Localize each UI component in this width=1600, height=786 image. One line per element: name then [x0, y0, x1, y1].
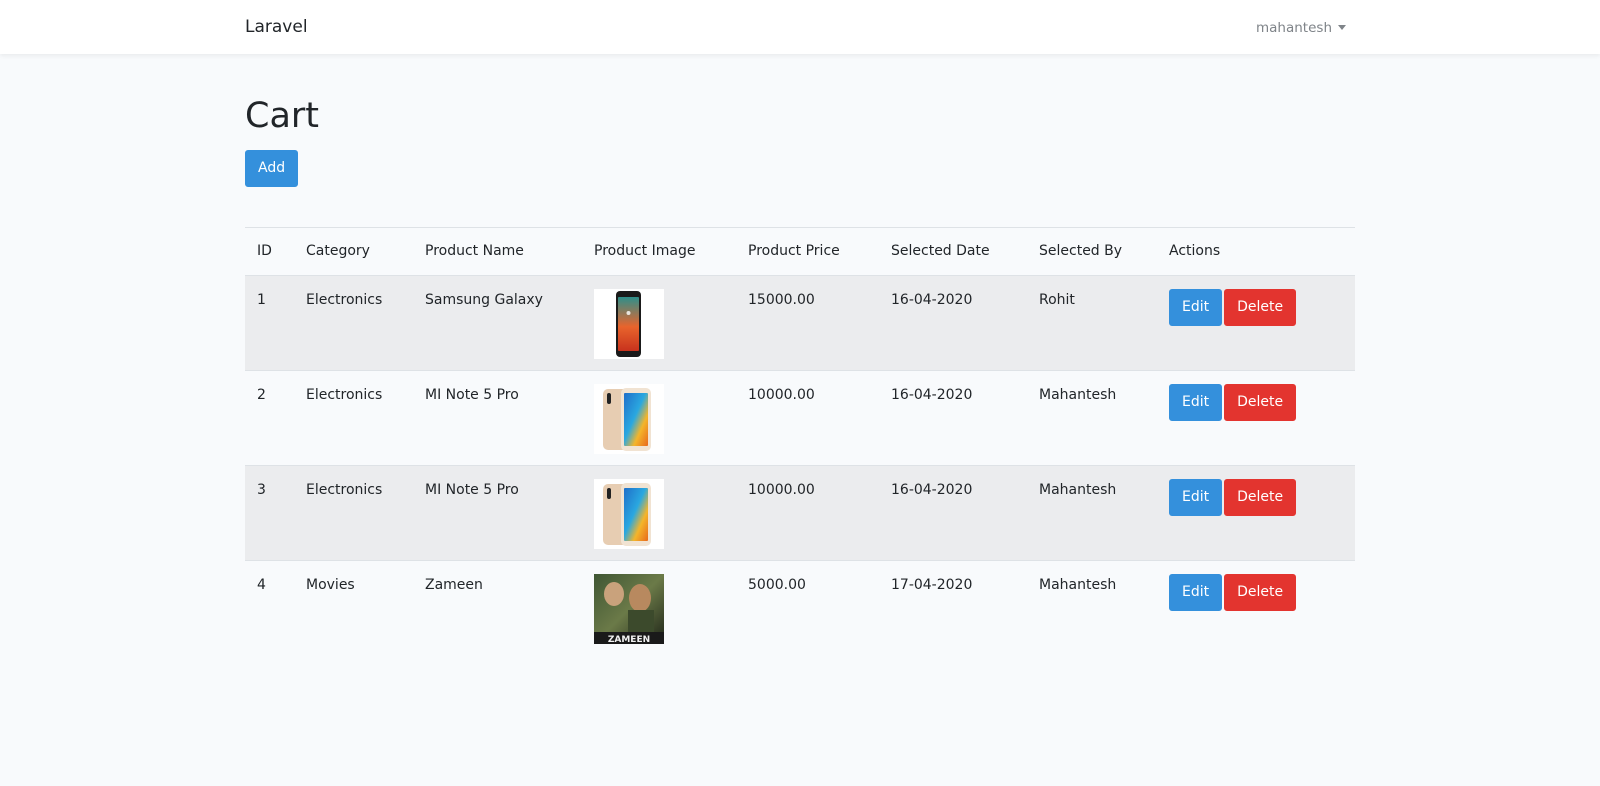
header-product-image: Product Image [582, 227, 736, 276]
cell-id: 2 [245, 370, 294, 466]
top-navbar: Laravel mahantesh [0, 0, 1600, 54]
table-row: 3 Electronics MI Note 5 Pro 10000.00 16-04-… [245, 465, 1355, 561]
cell-category: Electronics [294, 370, 413, 466]
cell-actions: Edit Delete [1157, 370, 1355, 466]
table-row: 2 Electronics MI Note 5 Pro 10000.00 16-04-… [245, 370, 1355, 466]
edit-button[interactable]: Edit [1169, 384, 1223, 421]
cell-selected-by: Rohit [1027, 275, 1157, 371]
page-title: Cart [245, 96, 319, 136]
cell-product-image: ZAMEEN [582, 560, 736, 656]
header-product-name: Product Name [413, 227, 582, 276]
header-selected-by: Selected By [1027, 227, 1157, 276]
cell-selected-by: Mahantesh [1027, 560, 1157, 656]
product-image [594, 289, 664, 359]
cell-actions: Edit Delete [1157, 560, 1355, 656]
edit-button[interactable]: Edit [1169, 574, 1223, 611]
cell-id: 4 [245, 560, 294, 656]
cell-category: Electronics [294, 275, 413, 371]
cell-actions: Edit Delete [1157, 465, 1355, 561]
product-image: ZAMEEN [594, 574, 664, 644]
cell-category: Electronics [294, 465, 413, 561]
cell-selected-date: 16-04-2020 [879, 275, 1027, 371]
header-selected-date: Selected Date [879, 227, 1027, 276]
delete-button[interactable]: Delete [1224, 289, 1297, 326]
edit-button[interactable]: Edit [1169, 289, 1223, 326]
header-category: Category [294, 227, 413, 276]
cell-product-image [582, 275, 736, 371]
table-header-row: ID Category Product Name Product Image P… [245, 227, 1355, 276]
header-actions: Actions [1157, 227, 1355, 276]
cell-selected-by: Mahantesh [1027, 370, 1157, 466]
add-button[interactable]: Add [245, 150, 298, 187]
user-dropdown[interactable]: mahantesh [1256, 20, 1346, 36]
cell-product-name: Samsung Galaxy [413, 275, 582, 371]
user-name: mahantesh [1256, 20, 1332, 36]
cell-product-image [582, 370, 736, 466]
cell-product-image [582, 465, 736, 561]
edit-button[interactable]: Edit [1169, 479, 1223, 516]
cell-product-price: 10000.00 [736, 370, 879, 466]
cell-selected-date: 16-04-2020 [879, 465, 1027, 561]
header-product-price: Product Price [736, 227, 879, 276]
delete-button[interactable]: Delete [1224, 384, 1297, 421]
brand-link[interactable]: Laravel [245, 17, 308, 37]
cell-product-name: MI Note 5 Pro [413, 370, 582, 466]
table-row: 4 Movies Zameen ZAMEEN 5000.00 17-04-2020 Ma… [245, 560, 1355, 656]
svg-text:ZAMEEN: ZAMEEN [608, 635, 650, 644]
cell-selected-by: Mahantesh [1027, 465, 1157, 561]
product-image [594, 384, 664, 454]
delete-button[interactable]: Delete [1224, 574, 1297, 611]
cell-id: 3 [245, 465, 294, 561]
caret-down-icon [1338, 25, 1346, 30]
cell-actions: Edit Delete [1157, 275, 1355, 371]
cell-selected-date: 17-04-2020 [879, 560, 1027, 656]
table-row: 1 Electronics Samsung Galaxy 15000.00 16-04… [245, 275, 1355, 371]
cell-product-name: Zameen [413, 560, 582, 656]
cell-product-price: 5000.00 [736, 560, 879, 656]
cell-product-price: 15000.00 [736, 275, 879, 371]
cell-id: 1 [245, 275, 294, 371]
cell-product-name: MI Note 5 Pro [413, 465, 582, 561]
cart-table: ID Category Product Name Product Image P… [245, 227, 1355, 656]
header-id: ID [245, 227, 294, 276]
cell-category: Movies [294, 560, 413, 656]
delete-button[interactable]: Delete [1224, 479, 1297, 516]
product-image [594, 479, 664, 549]
cell-selected-date: 16-04-2020 [879, 370, 1027, 466]
cell-product-price: 10000.00 [736, 465, 879, 561]
